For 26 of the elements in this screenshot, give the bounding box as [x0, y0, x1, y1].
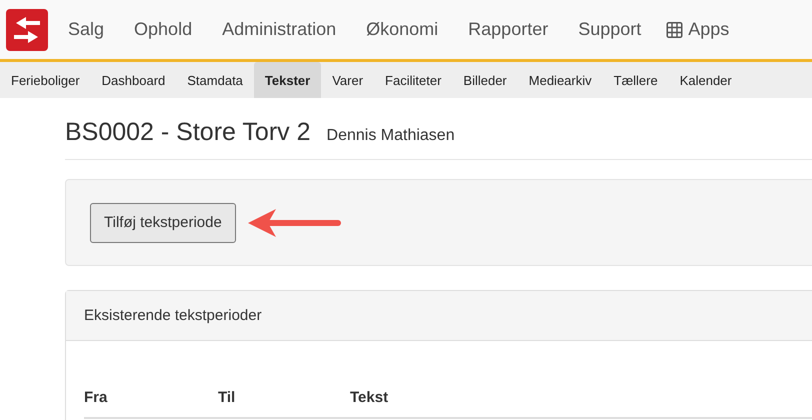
- tab[interactable]: Tællere: [602, 62, 669, 98]
- menu-item[interactable]: Ophold: [134, 19, 192, 40]
- menu-item[interactable]: Support: [578, 19, 642, 40]
- tab[interactable]: Kalender: [668, 62, 743, 98]
- tab[interactable]: Varer: [321, 62, 374, 98]
- column-header: Til: [218, 388, 236, 406]
- tab[interactable]: Dashboard: [90, 62, 176, 98]
- logo-icon[interactable]: [6, 8, 48, 50]
- page-title: BS0002 - Store Torv 2: [65, 118, 311, 147]
- panel-heading: Eksisterende tekstperioder: [66, 291, 812, 341]
- tab[interactable]: Faciliteter: [374, 62, 452, 98]
- tab[interactable]: Tekster: [254, 62, 322, 98]
- menu-item[interactable]: Salg: [68, 19, 104, 40]
- menu-item[interactable]: Administration: [222, 19, 336, 40]
- tab[interactable]: Stamdata: [176, 62, 254, 98]
- page-subtitle: Dennis Mathiasen: [326, 127, 455, 145]
- menu-item[interactable]: Apps: [666, 19, 730, 40]
- tab[interactable]: Billeder: [452, 62, 518, 98]
- column-header: Tekst: [350, 388, 388, 406]
- tab[interactable]: Mediearkiv: [518, 62, 603, 98]
- menu-item[interactable]: Rapporter: [468, 19, 548, 40]
- grid-icon: [666, 22, 684, 38]
- add-period-button[interactable]: Tilføj tekstperiode: [90, 202, 236, 242]
- column-header: Fra: [84, 388, 108, 406]
- tab[interactable]: Ferieboliger: [0, 62, 91, 98]
- menu-item[interactable]: Økonomi: [366, 19, 438, 40]
